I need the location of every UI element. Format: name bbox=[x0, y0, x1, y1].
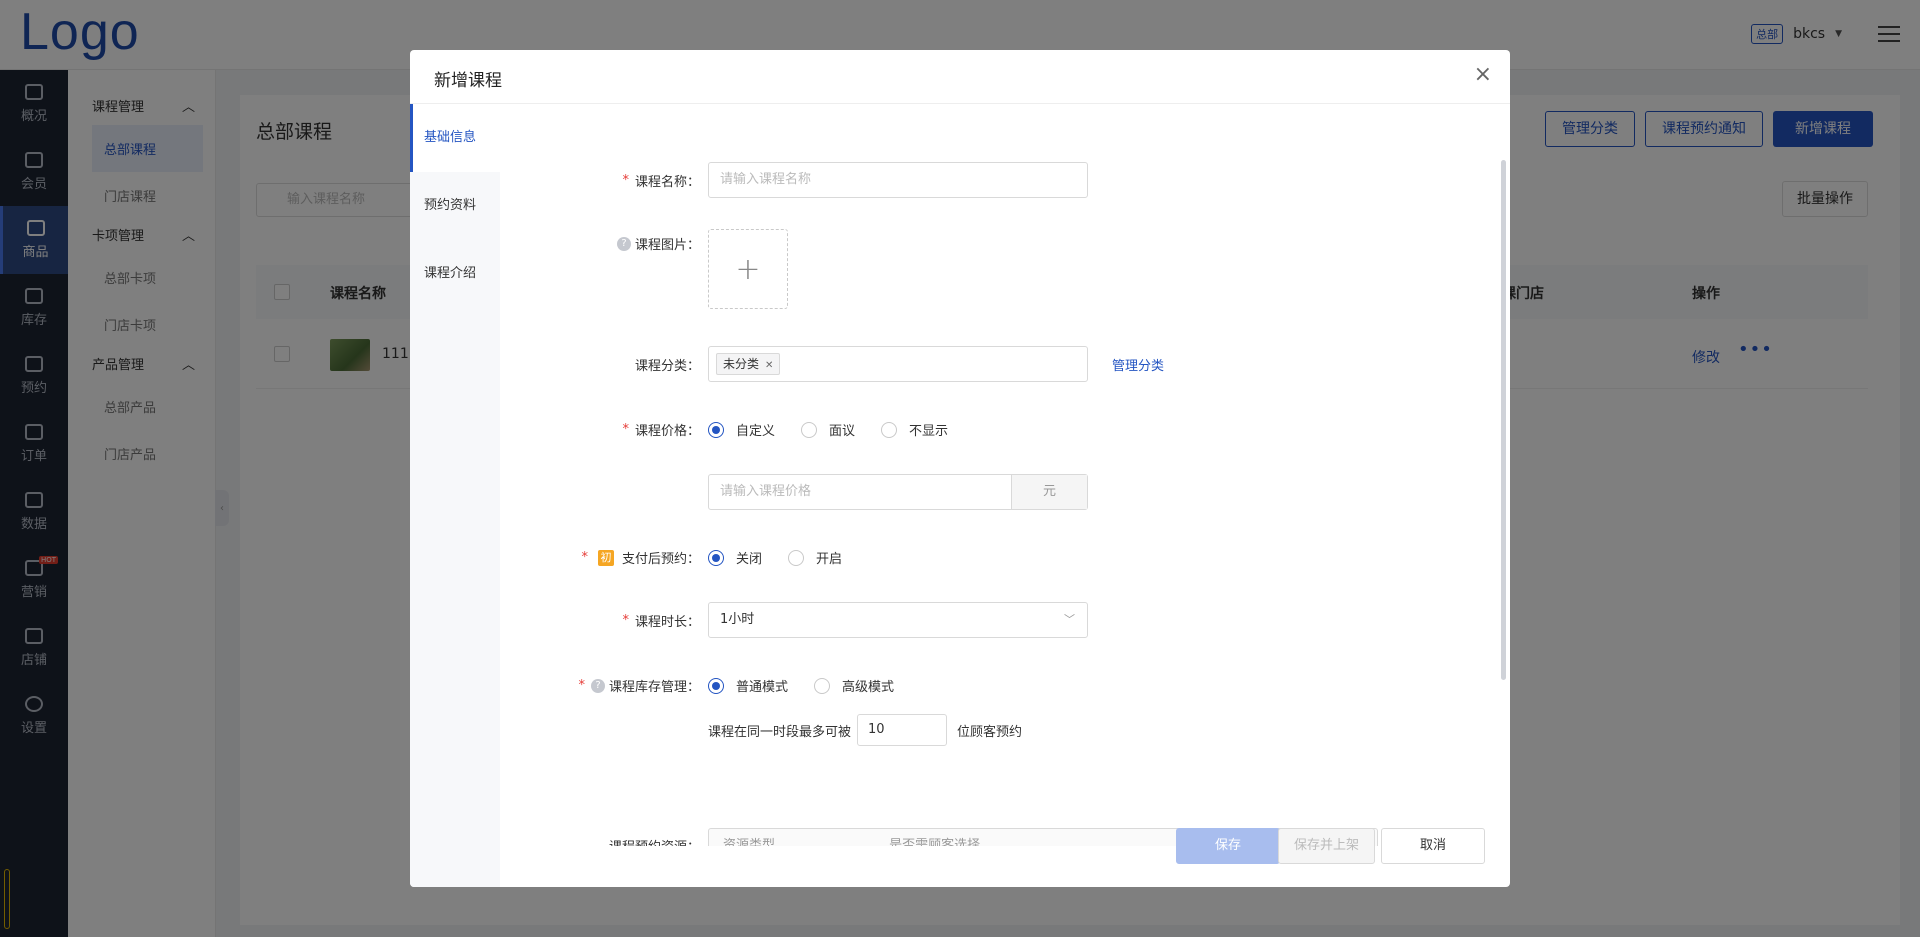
close-icon[interactable]: × bbox=[1474, 64, 1492, 86]
radio-dot bbox=[708, 421, 724, 438]
tag-label: 未分类 bbox=[723, 357, 760, 371]
radio-label: 自定义 bbox=[736, 424, 776, 439]
image-upload-button[interactable]: + bbox=[708, 229, 788, 309]
radio-label: 关闭 bbox=[736, 552, 763, 567]
label-pay-booking: * 初支付后预约： bbox=[581, 548, 700, 567]
radio-label: 高级模式 bbox=[842, 680, 895, 695]
category-tag: 未分类 ✕ bbox=[716, 353, 781, 375]
required-mark: * bbox=[578, 678, 585, 693]
radio-price-hidden[interactable]: 不显示 bbox=[881, 420, 948, 439]
tab-booking-info[interactable]: 预约资料 bbox=[410, 172, 500, 240]
label-duration: * 课程时长： bbox=[622, 611, 700, 630]
save-publish-button[interactable]: 保存并上架 bbox=[1278, 828, 1376, 864]
label-text: 支付后预约： bbox=[621, 552, 700, 567]
label-text: 课程价格： bbox=[634, 424, 700, 439]
label-course-price: * 课程价格： bbox=[622, 420, 700, 439]
radio-stock-normal[interactable]: 普通模式 bbox=[708, 676, 788, 695]
new-course-modal: 新增课程 × 基础信息 预约资料 课程介绍 * 课程名称： 请输入课程名称 ? 课程… bbox=[410, 50, 1510, 887]
radio-price-negotiable[interactable]: 面议 bbox=[801, 420, 855, 439]
label-course-category: 课程分类： bbox=[634, 359, 700, 374]
radio-label: 不显示 bbox=[909, 424, 949, 439]
beginner-badge: 初 bbox=[597, 549, 614, 566]
manage-category-link[interactable]: 管理分类 bbox=[1112, 355, 1164, 374]
required-mark: * bbox=[622, 613, 629, 628]
modal-footer: 保存 保存并上架 取消 bbox=[500, 828, 1510, 887]
radio-pay-on[interactable]: 开启 bbox=[788, 548, 842, 567]
resource-col-select: 是否需顾客选择 bbox=[889, 838, 981, 846]
radio-dot bbox=[814, 677, 831, 694]
radio-dot bbox=[708, 549, 724, 566]
radio-dot bbox=[801, 421, 818, 438]
label-text: 课程图片： bbox=[634, 238, 700, 253]
chevron-down-icon: ﹀ bbox=[1064, 613, 1075, 626]
plus-icon: + bbox=[735, 251, 761, 287]
radio-price-custom[interactable]: 自定义 bbox=[708, 420, 775, 439]
capacity-line: 课程在同一时段最多可被 10 位顾客预约 bbox=[708, 714, 1022, 746]
modal-scrollbar[interactable] bbox=[1501, 160, 1506, 680]
modal-title: 新增课程 bbox=[434, 71, 502, 91]
radio-dot bbox=[881, 421, 898, 438]
duration-select[interactable]: 1小时 ﹀ bbox=[708, 602, 1088, 638]
capacity-suffix: 位顾客预约 bbox=[957, 724, 1023, 740]
cancel-button[interactable]: 取消 bbox=[1381, 828, 1486, 864]
price-radio-group: 自定义 面议 不显示 bbox=[708, 420, 948, 439]
pay-radio-group: 关闭 开启 bbox=[708, 548, 842, 567]
tab-course-intro[interactable]: 课程介绍 bbox=[410, 240, 500, 308]
modal-header: 新增课程 × bbox=[410, 50, 1510, 104]
help-icon[interactable]: ? bbox=[616, 236, 631, 251]
save-button[interactable]: 保存 bbox=[1176, 828, 1281, 864]
required-mark: * bbox=[622, 173, 629, 188]
radio-label: 普通模式 bbox=[736, 680, 789, 695]
stock-radio-group: 普通模式 高级模式 bbox=[708, 676, 894, 695]
label-course-image: ? 课程图片： bbox=[616, 234, 700, 253]
capacity-prefix: 课程在同一时段最多可被 bbox=[708, 724, 852, 740]
label-course-name: * 课程名称： bbox=[622, 171, 700, 190]
radio-label: 开启 bbox=[816, 552, 843, 567]
required-mark: * bbox=[622, 422, 629, 437]
label-text: 课程库存管理： bbox=[608, 680, 700, 695]
price-input[interactable]: 请输入课程价格 元 bbox=[708, 474, 1088, 510]
radio-dot bbox=[788, 549, 805, 566]
tag-close-icon[interactable]: ✕ bbox=[765, 360, 773, 371]
required-mark: * bbox=[581, 550, 588, 565]
label-booking-resources: 课程预约资源： bbox=[609, 836, 700, 846]
price-placeholder: 请输入课程价格 bbox=[720, 484, 812, 499]
radio-dot bbox=[708, 677, 724, 694]
course-name-input[interactable]: 请输入课程名称 bbox=[708, 162, 1088, 198]
label-text: 课程名称： bbox=[634, 175, 700, 190]
tab-basic-info[interactable]: 基础信息 bbox=[410, 104, 500, 172]
radio-stock-advanced[interactable]: 高级模式 bbox=[814, 676, 894, 695]
capacity-input[interactable]: 10 bbox=[857, 714, 948, 746]
label-text: 课程时长： bbox=[634, 615, 700, 630]
duration-value: 1小时 bbox=[720, 612, 755, 627]
price-unit: 元 bbox=[1011, 475, 1087, 509]
modal-tabs: 基础信息 预约资料 课程介绍 bbox=[410, 104, 500, 887]
radio-label: 面议 bbox=[829, 424, 856, 439]
radio-pay-off[interactable]: 关闭 bbox=[708, 548, 762, 567]
category-select[interactable]: 未分类 ✕ bbox=[708, 346, 1088, 382]
help-icon[interactable]: ? bbox=[590, 678, 605, 693]
course-form: * 课程名称： 请输入课程名称 ? 课程图片： + 课程分类： 未分类 ✕ 管理分类 … bbox=[500, 104, 1500, 846]
label-stock-mode: *? 课程库存管理： bbox=[578, 676, 700, 695]
resource-col-type: 资源类型 bbox=[723, 838, 776, 846]
